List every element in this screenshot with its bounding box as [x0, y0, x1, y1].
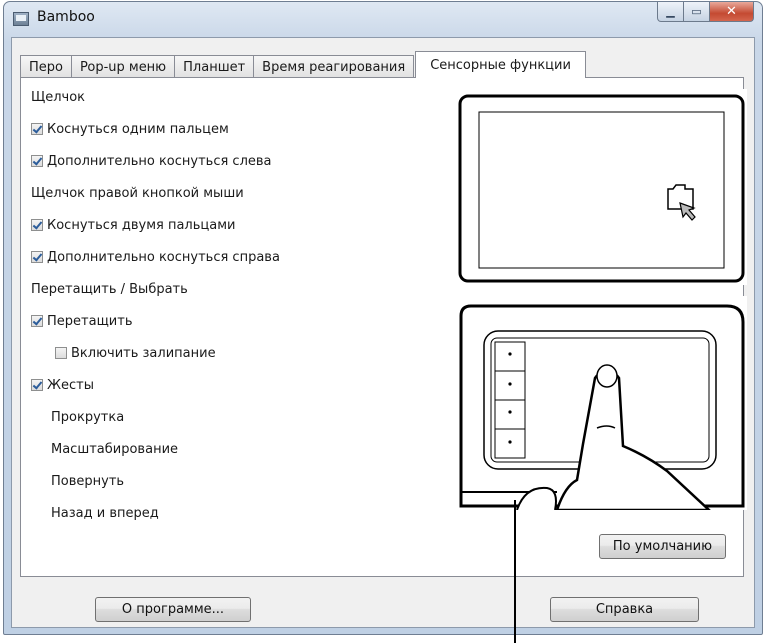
drag-label: Перетащить [47, 313, 133, 329]
maximize-icon: ▭ [691, 5, 702, 18]
gesture-scroll: Прокрутка [51, 409, 125, 425]
help-button[interactable]: Справка [550, 597, 699, 622]
tab-touch-functions[interactable]: Сенсорные функции [415, 51, 586, 78]
tab-popup-menu[interactable]: Pop-up меню [70, 55, 176, 78]
defaults-button[interactable]: По умолчанию [599, 534, 726, 559]
extra-touch-left-label: Дополнительно коснуться слева [47, 153, 272, 169]
tablet-preview [447, 296, 747, 510]
drag-section-header: Перетащить / Выбрать [31, 281, 188, 297]
maximize-button[interactable]: ▭ [684, 2, 710, 22]
touch-two-fingers-checkbox[interactable] [31, 219, 43, 231]
close-icon: ✕ [726, 4, 737, 19]
extra-touch-right-label: Дополнительно коснуться справа [47, 249, 280, 265]
extra-touch-left-checkbox[interactable] [31, 155, 43, 167]
click-section-header: Щелчок [31, 89, 86, 105]
extra-touch-right-checkbox[interactable] [31, 251, 43, 263]
extra-touch-left-option[interactable]: Дополнительно коснуться слева [31, 147, 272, 175]
touch-one-finger-option[interactable]: Коснуться одним пальцем [31, 115, 451, 143]
screen-preview [447, 89, 747, 285]
right-click-section-header: Щелчок правой кнопкой мыши [31, 185, 244, 201]
extra-touch-right-option[interactable]: Дополнительно коснуться справа [31, 243, 280, 271]
gestures-checkbox[interactable] [31, 379, 43, 391]
app-icon [13, 12, 29, 26]
minimize-icon: ▁ [666, 5, 675, 18]
tab-pen[interactable]: Перо [20, 55, 72, 78]
tab-response-time[interactable]: Время реагирования [253, 55, 415, 78]
tab-strip: Перо Pop-up меню Планшет Время реагирова… [20, 51, 586, 78]
drag-lock-option[interactable]: Включить залипание [55, 339, 216, 367]
callout-line [514, 500, 516, 643]
touch-one-finger-label: Коснуться одним пальцем [47, 121, 229, 137]
gestures-option[interactable]: Жесты [31, 371, 94, 399]
drag-checkbox[interactable] [31, 315, 43, 327]
tab-tablet[interactable]: Планшет [174, 55, 255, 78]
minimize-button[interactable]: ▁ [657, 2, 684, 22]
gestures-label: Жесты [47, 377, 94, 393]
drag-option[interactable]: Перетащить [31, 307, 133, 335]
drag-lock-checkbox[interactable] [55, 347, 67, 359]
close-button[interactable]: ✕ [710, 2, 754, 22]
gesture-back-forward: Назад и вперед [51, 505, 159, 521]
window-controls: ▁ ▭ ✕ [657, 2, 754, 22]
drag-lock-label: Включить залипание [71, 345, 216, 361]
title-bar[interactable]: Bamboo ▁ ▭ ✕ [4, 2, 762, 38]
window-title: Bamboo [37, 9, 95, 25]
gesture-zoom: Масштабирование [51, 441, 179, 457]
gesture-rotate: Повернуть [51, 473, 125, 489]
touch-two-fingers-option[interactable]: Коснуться двумя пальцами [31, 211, 235, 239]
touch-two-fingers-label: Коснуться двумя пальцами [47, 217, 236, 233]
about-button[interactable]: О программе... [95, 597, 251, 622]
touch-one-finger-checkbox[interactable] [31, 123, 43, 135]
